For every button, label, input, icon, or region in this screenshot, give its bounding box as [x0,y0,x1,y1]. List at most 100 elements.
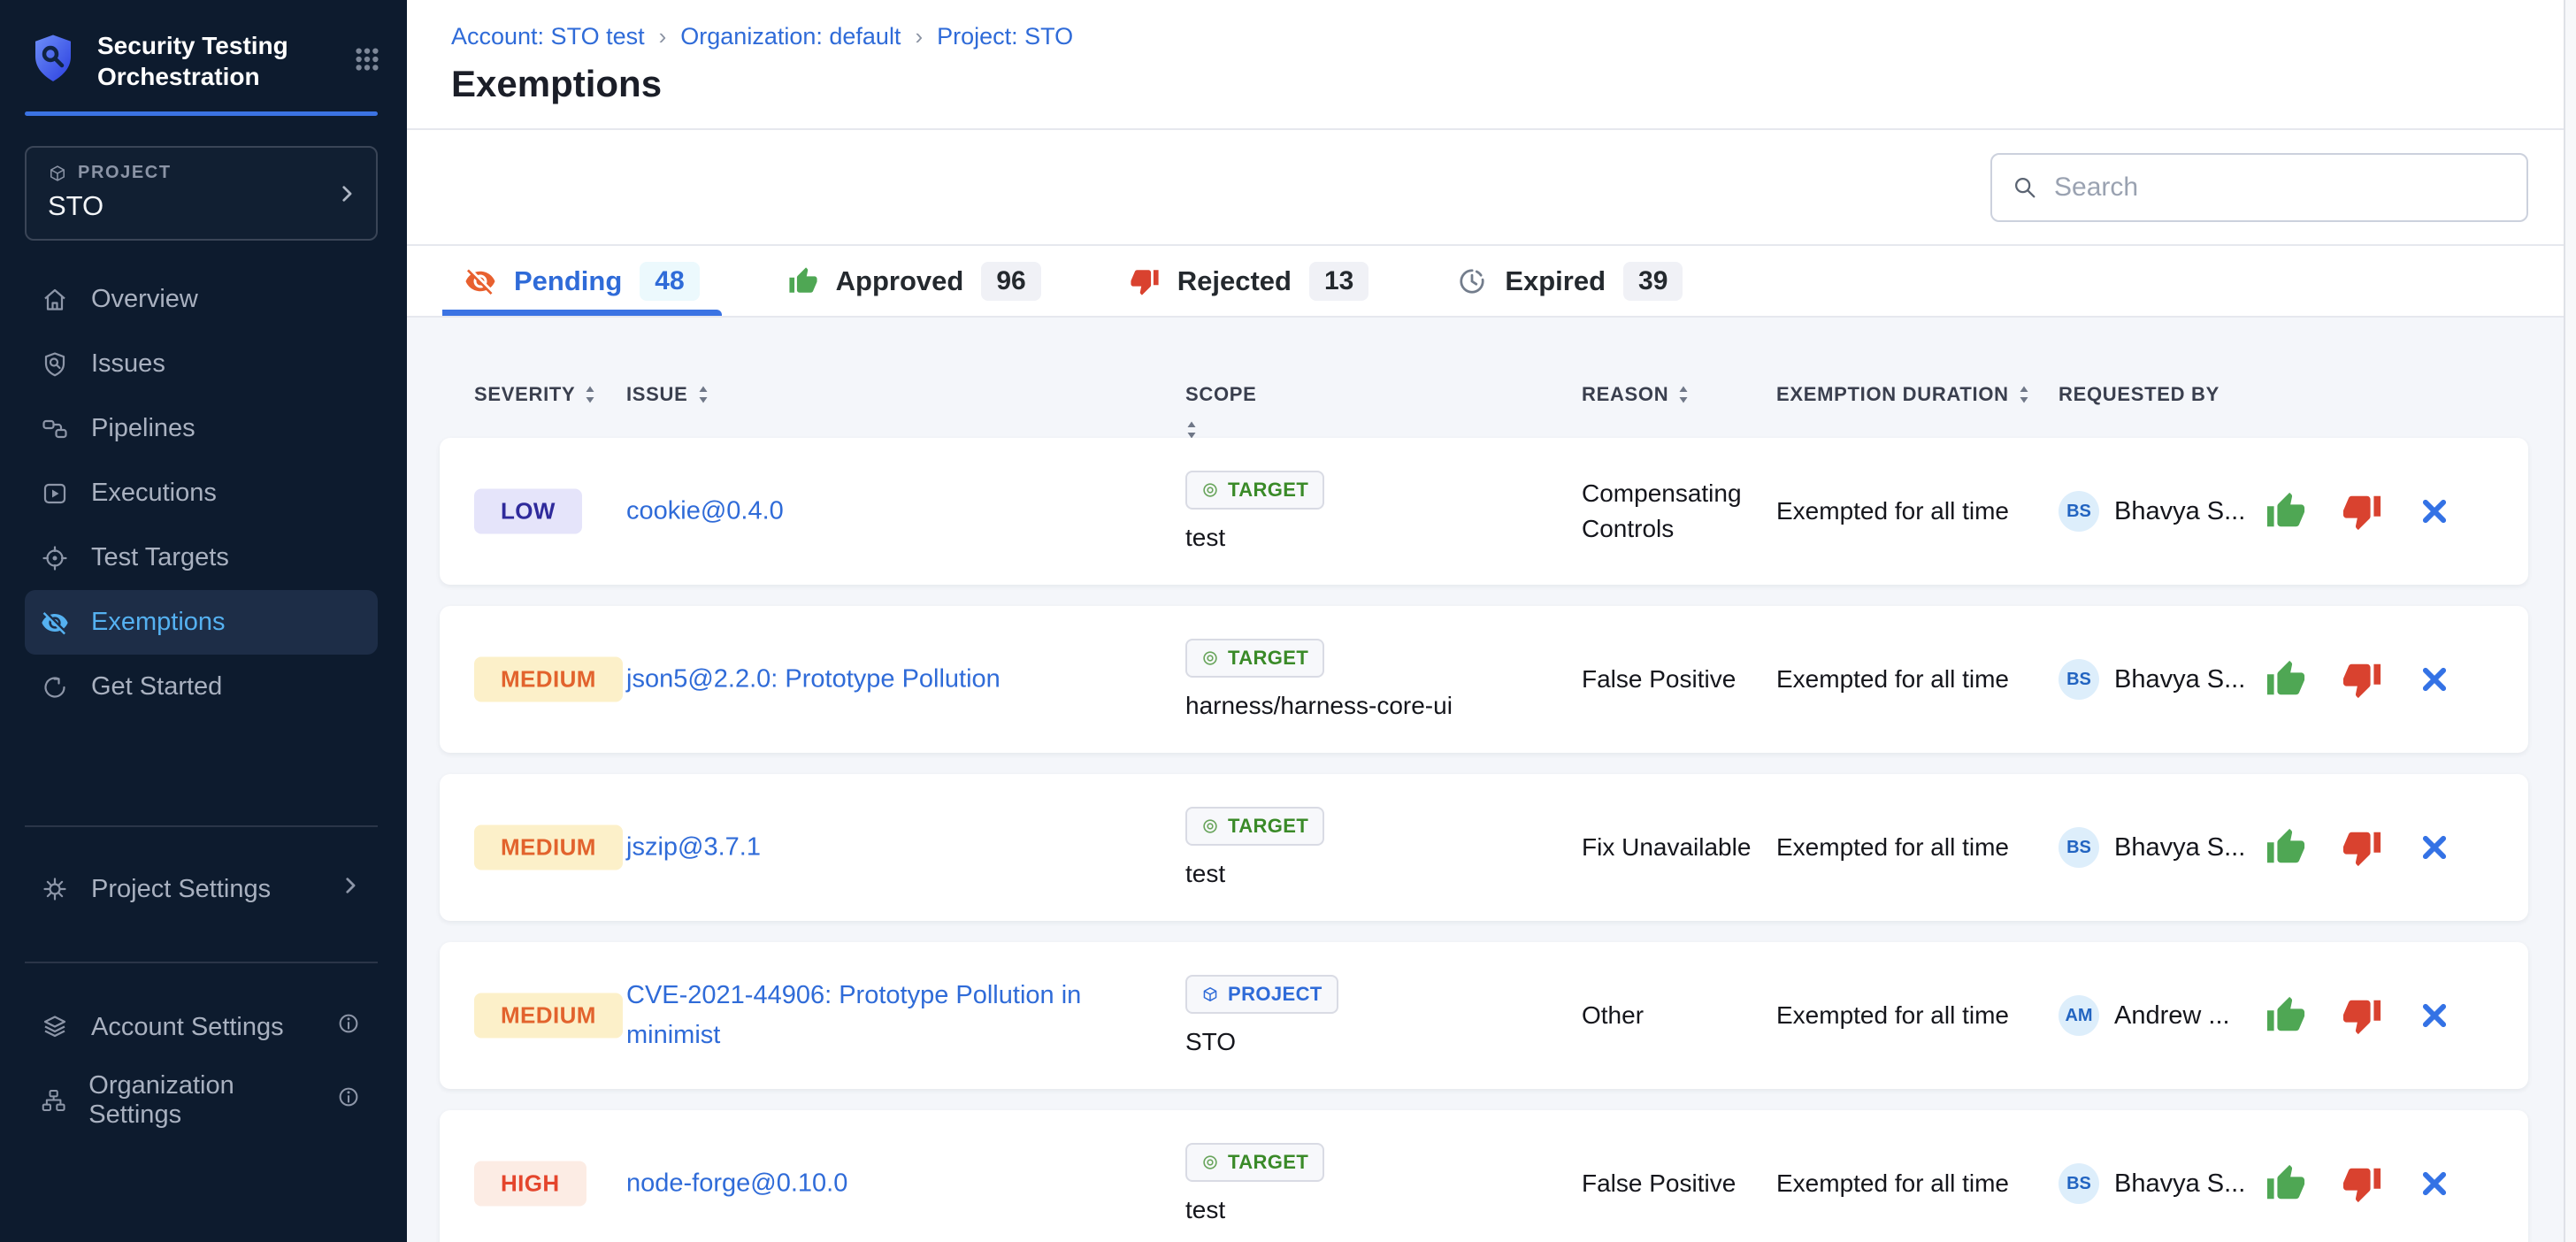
tab-label: Approved [836,265,964,297]
duration-cell: Exempted for all time [1776,830,2009,865]
reason-cell: Fix Unavailable [1582,830,1769,865]
sidebar-item-account-settings[interactable]: Account Settings [25,995,378,1059]
issue-link[interactable]: json5@2.2.0: Prototype Pollution [626,665,1000,694]
row-actions [2266,1163,2451,1204]
scope-cell: PROJECT STO [1185,975,1338,1056]
search-input[interactable] [2054,172,2507,203]
scope-type-label: PROJECT [1228,983,1322,1006]
breadcrumb-separator: › [915,23,923,50]
gear-icon [41,875,69,903]
scope-type-chip: TARGET [1185,639,1324,678]
reason-text: Other [1582,1001,1644,1029]
severity-cell: MEDIUM [474,993,623,1039]
column-header-reason[interactable]: REASON [1582,383,1769,406]
reject-button[interactable] [2342,827,2382,868]
tab-label: Expired [1505,265,1606,297]
issue-cell: CVE-2021-44906: Prototype Pollution in m… [626,976,1166,1055]
sidebar-item-organization-settings[interactable]: Organization Settings [25,1069,378,1132]
scope-type-label: TARGET [1228,479,1308,502]
column-header-severity[interactable]: SEVERITY [474,383,596,406]
breadcrumb-link-2[interactable]: Project: STO [937,23,1073,50]
tab-rejected[interactable]: Rejected 13 [1108,246,1392,316]
sidebar-item-exemptions[interactable]: Exemptions [25,590,378,655]
app-switcher-grid-icon[interactable] [354,46,380,73]
cancel-button[interactable] [2418,831,2451,864]
thumb-up-icon [2266,491,2306,532]
thumb-up-icon [2266,827,2306,868]
sidebar-item-label: Pipelines [91,414,196,443]
sidebar-item-pipelines[interactable]: Pipelines [25,396,378,461]
tab-expired[interactable]: Expired 39 [1435,246,1705,316]
sidebar-item-get-started[interactable]: Get Started [25,655,378,719]
reject-button[interactable] [2342,491,2382,532]
approve-button[interactable] [2266,827,2306,868]
sidebar-item-label: Overview [91,285,198,314]
issue-link[interactable]: node-forge@0.10.0 [626,1169,847,1198]
vertical-scrollbar[interactable] [2564,0,2576,1242]
reject-button[interactable] [2342,995,2382,1036]
sort-icon [1185,420,1198,440]
reason-text: False Positive [1582,1169,1736,1197]
sidebar-item-overview[interactable]: Overview [25,267,378,332]
column-header-exemption-duration[interactable]: EXEMPTION DURATION [1776,383,2030,406]
thumb-down-icon [2342,1163,2382,1204]
close-icon [2418,494,2451,528]
sidebar-item-project-settings[interactable]: Project Settings [25,857,378,921]
breadcrumb-link-1[interactable]: Organization: default [680,23,901,50]
requester-name: Andrew ... [2114,1001,2230,1031]
cancel-button[interactable] [2418,494,2451,528]
issue-link[interactable]: jszip@3.7.1 [626,833,761,862]
target-scope-icon [1201,817,1219,835]
scope-name: test [1185,1196,1225,1224]
column-header-scope[interactable]: SCOPE [1185,383,1257,440]
reject-button[interactable] [2342,1163,2382,1204]
scope-cell: TARGET test [1185,807,1324,888]
approve-button[interactable] [2266,491,2306,532]
tab-pending[interactable]: Pending 48 [442,246,722,316]
sidebar-item-label: Executions [91,479,217,508]
thumb-down-icon [2342,659,2382,700]
sidebar-item-label: Account Settings [91,1013,284,1042]
row-actions [2266,995,2451,1036]
issue-link[interactable]: cookie@0.4.0 [626,497,784,525]
tab-approved[interactable]: Approved 96 [766,246,1063,316]
reject-button[interactable] [2342,659,2382,700]
main-content: Account: STO test›Organization: default›… [407,0,2576,1242]
project-selector-label: PROJECT [78,163,172,183]
exemption-row: MEDIUM json5@2.2.0: Prototype Pollution … [440,606,2528,753]
issue-link[interactable]: CVE-2021-44906: Prototype Pollution in m… [626,981,1081,1049]
table-body: LOW cookie@0.4.0 TARGET test Compensatin… [440,438,2528,1242]
tab-label: Pending [514,265,622,297]
requester-name: Bhavya S... [2114,833,2245,862]
avatar: BS [2058,1163,2099,1204]
approve-button[interactable] [2266,659,2306,700]
target-scope-icon [1201,649,1219,667]
column-header-issue[interactable]: ISSUE [626,383,1166,406]
chevron-right-icon [335,182,358,205]
search-icon [2012,174,2038,201]
avatar: AM [2058,995,2099,1036]
duration-cell: Exempted for all time [1776,998,2009,1033]
project-selector-value: STO [48,190,356,222]
approve-button[interactable] [2266,995,2306,1036]
sidebar-item-issues[interactable]: Issues [25,332,378,396]
close-icon [2418,1167,2451,1200]
cancel-button[interactable] [2418,999,2451,1032]
sidebar-item-executions[interactable]: Executions [25,461,378,525]
tab-count-badge: 13 [1309,262,1368,301]
severity-badge: HIGH [474,1162,586,1207]
sidebar-item-test-targets[interactable]: Test Targets [25,525,378,590]
cancel-button[interactable] [2418,663,2451,696]
exemption-row: MEDIUM CVE-2021-44906: Prototype Polluti… [440,942,2528,1089]
row-actions [2266,491,2451,532]
requested-by-cell: BS Bhavya S... [2058,827,2245,868]
tab-count-badge: 48 [640,262,699,301]
app-window: Security Testing Orchestration PROJECT S… [0,0,2576,1242]
approve-button[interactable] [2266,1163,2306,1204]
search-box [1990,153,2528,222]
cancel-button[interactable] [2418,1167,2451,1200]
project-selector[interactable]: PROJECT STO [25,146,378,241]
sidebar-item-label: Organization Settings [88,1071,313,1130]
breadcrumb-link-0[interactable]: Account: STO test [451,23,645,50]
requested-by-cell: BS Bhavya S... [2058,659,2245,700]
